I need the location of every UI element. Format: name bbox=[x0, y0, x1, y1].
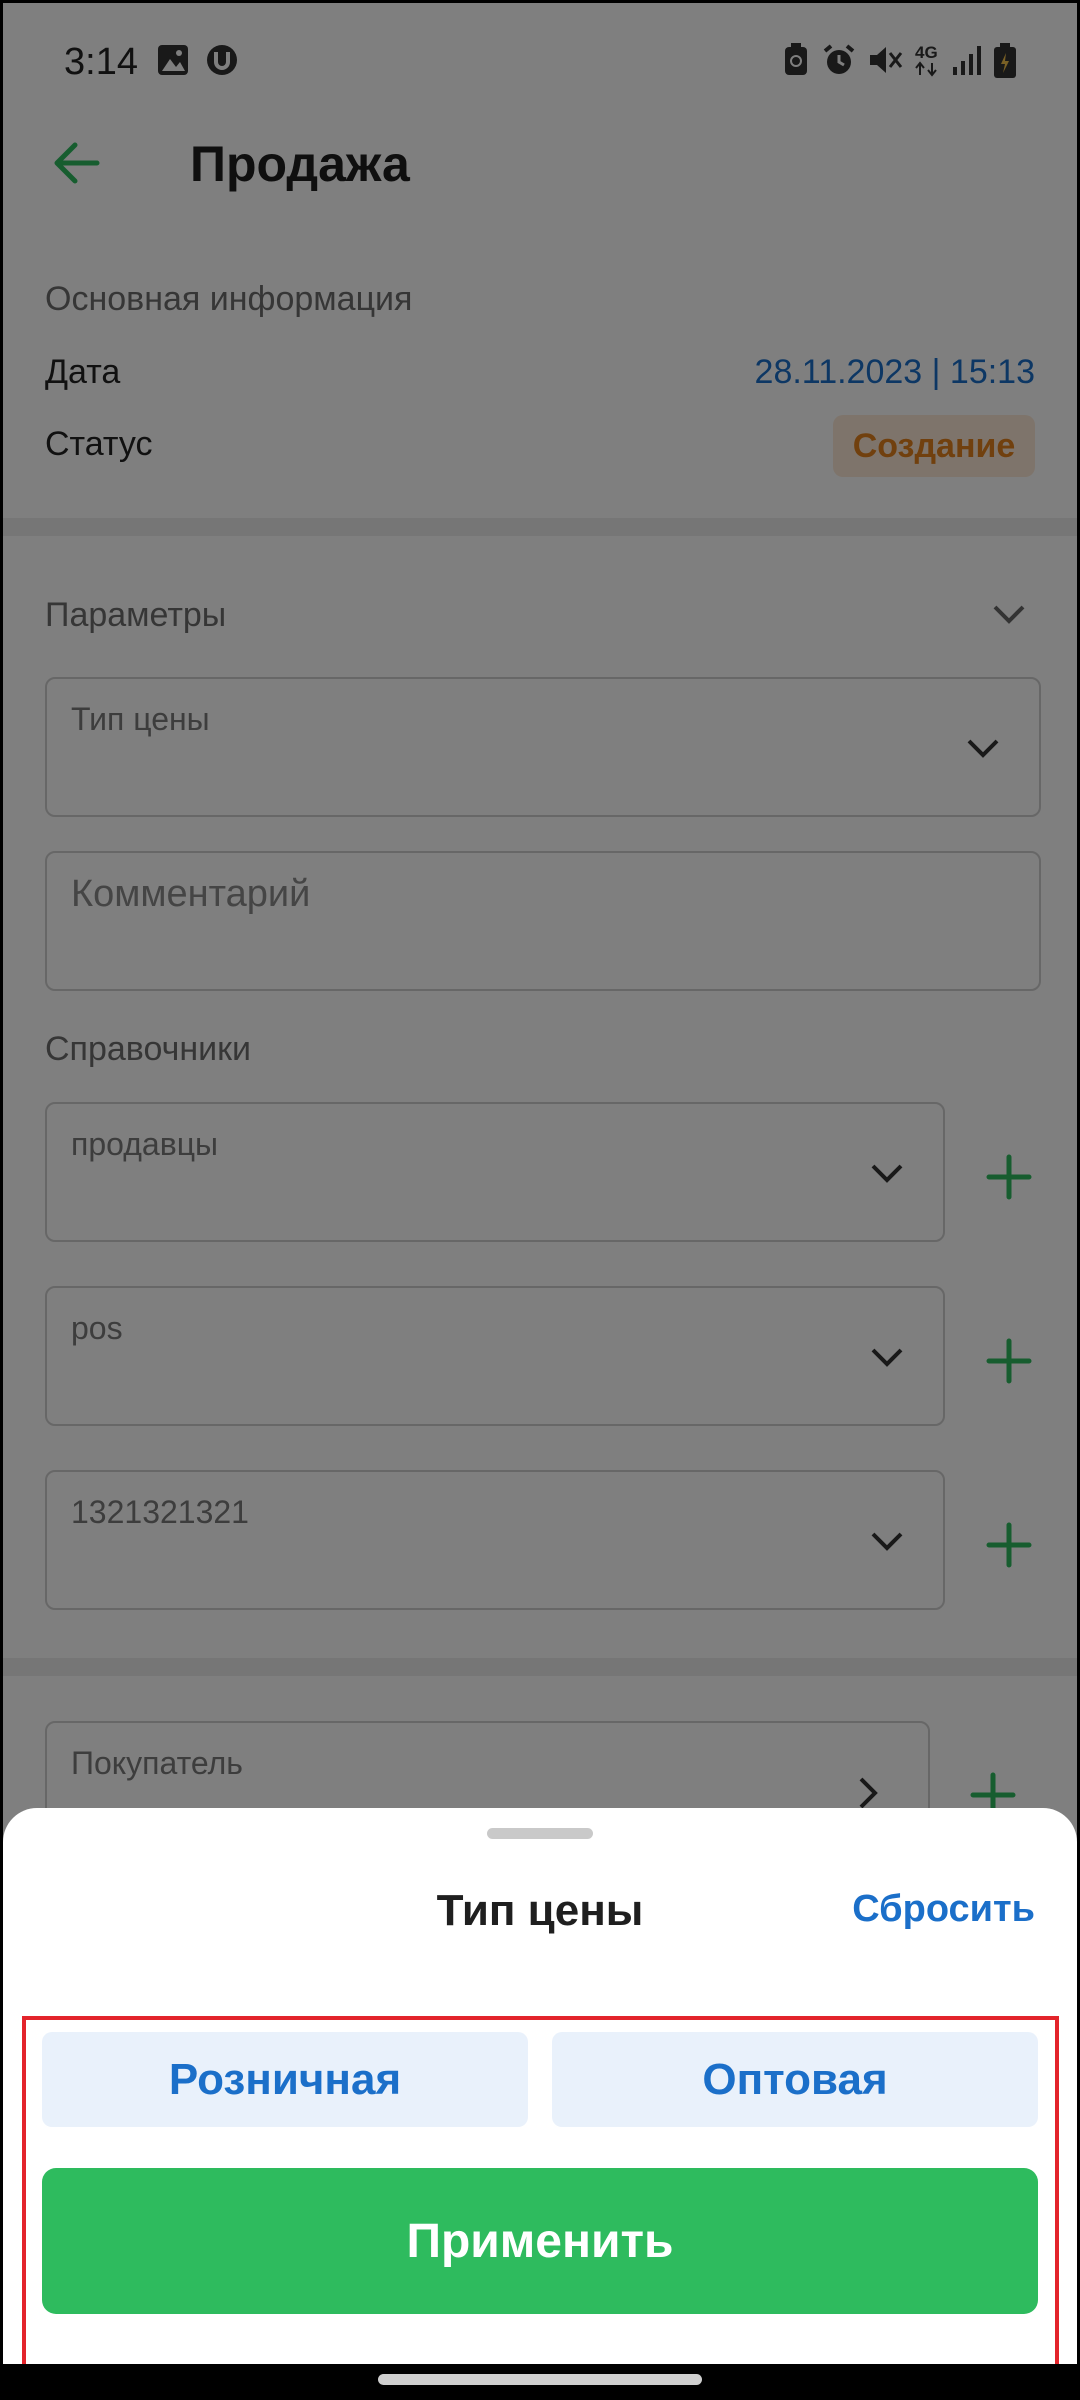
nav-bar bbox=[0, 2364, 1080, 2400]
price-type-bottom-sheet: Тип цены Сбросить Розничная Оптовая Прим… bbox=[3, 1808, 1077, 2397]
home-gesture-pill[interactable] bbox=[378, 2374, 702, 2385]
apply-button[interactable]: Применить bbox=[42, 2168, 1038, 2314]
option-wholesale-button[interactable]: Оптовая bbox=[552, 2032, 1038, 2127]
screen: 3:14 4G bbox=[0, 0, 1080, 2400]
app-window: 3:14 4G bbox=[3, 3, 1077, 2397]
sheet-drag-handle[interactable] bbox=[487, 1828, 593, 1839]
option-retail-button[interactable]: Розничная bbox=[42, 2032, 528, 2127]
reset-button[interactable]: Сбросить bbox=[852, 1888, 1035, 1931]
